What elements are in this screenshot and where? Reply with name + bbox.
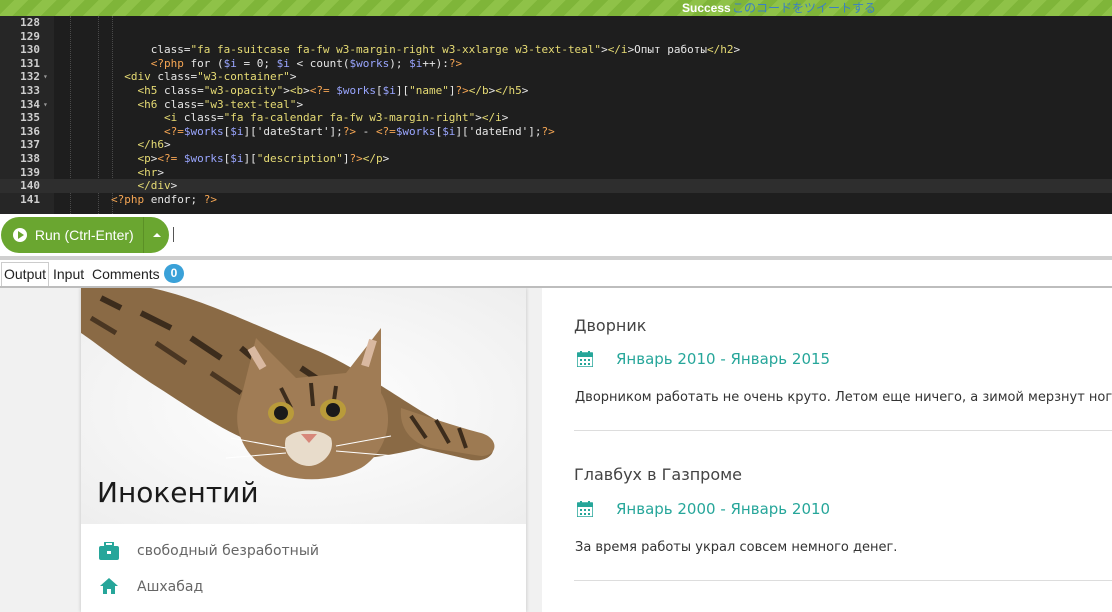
line-number: 135: [20, 111, 40, 125]
fold-arrow-icon[interactable]: ▾: [43, 98, 48, 112]
code-line[interactable]: 131 <?php for ($i = 0; $i < count($works…: [0, 57, 1112, 71]
line-number: 134: [20, 97, 40, 111]
suitcase-icon: [99, 542, 119, 560]
code-text: <?php for ($i = 0; $i < count($works); $…: [150, 56, 463, 70]
code-line[interactable]: 130 class="fa fa-suitcase fa-fw w3-margi…: [0, 43, 1112, 57]
line-number: 136: [20, 124, 40, 138]
code-text: class="fa fa-suitcase fa-fw w3-margin-ri…: [58, 43, 741, 57]
code-text: </div>: [137, 179, 178, 193]
profile-city: Ашхабад: [137, 579, 204, 595]
code-line[interactable]: 133 <h5 class="w3-opacity"><b><?= $works…: [0, 84, 1112, 98]
work-date: Январь 2000 - Январь 2010: [616, 500, 831, 518]
work-title: Дворник: [574, 316, 647, 335]
code-line[interactable]: 141 <?php endfor; ?>: [0, 193, 1112, 207]
work-date: Январь 2010 - Январь 2015: [616, 350, 831, 368]
tab-comments[interactable]: Comments: [92, 262, 160, 286]
run-options-dropdown[interactable]: [143, 217, 169, 253]
work-item: Дворник Январь 2010 - Январь 2015 Дворни…: [574, 316, 1112, 431]
code-text: </h6>: [137, 138, 171, 152]
profile-card: Инокентий свободный безработный Ашхабад: [81, 288, 526, 612]
run-button[interactable]: Run (Ctrl-Enter): [1, 217, 143, 253]
code-text: <h6 class="w3-text-teal">: [137, 97, 304, 111]
code-line[interactable]: 128: [0, 16, 1112, 30]
line-number: 131: [20, 56, 40, 70]
line-number: 141: [20, 192, 40, 206]
code-text: <div class="w3-container">: [124, 70, 297, 84]
code-line[interactable]: 129: [0, 30, 1112, 44]
run-button-label: Run (Ctrl-Enter): [34, 227, 134, 243]
tweet-link[interactable]: このコードをツイートする: [732, 0, 876, 16]
calendar-icon: [577, 351, 593, 367]
run-toolbar: Run (Ctrl-Enter): [0, 214, 1112, 256]
code-line[interactable]: 140 </div>: [0, 179, 1112, 193]
text-cursor: [173, 227, 174, 242]
code-line[interactable]: 136 <?=$works[$i]['dateStart'];?> - <?=$…: [0, 125, 1112, 139]
code-line[interactable]: 139 <hr>: [0, 166, 1112, 180]
output-pane[interactable]: Инокентий свободный безработный Ашхабад …: [0, 288, 1112, 612]
calendar-icon: [577, 501, 593, 517]
line-number: 130: [20, 43, 40, 57]
code-line[interactable]: 135 <i class="fa fa-calendar fa-fw w3-ma…: [0, 111, 1112, 125]
tab-input[interactable]: Input: [53, 262, 84, 286]
line-number: 133: [20, 84, 40, 97]
line-number: 128: [20, 16, 40, 29]
status-bar: Success このコードをツイートする: [0, 0, 1112, 16]
code-editor[interactable]: 128 129 130 class="fa fa-suitcase fa-fw w3…: [0, 16, 1112, 214]
line-number: 132: [20, 70, 40, 84]
work-description: Дворником работать не очень круто. Летом…: [575, 390, 1112, 405]
line-number: 129: [20, 29, 40, 43]
fold-arrow-icon[interactable]: ▾: [43, 70, 48, 84]
code-text: <h5 class="w3-opacity"><b><?= $works[$i]…: [137, 84, 529, 97]
profile-job: свободный безработный: [137, 543, 319, 559]
experience-card: Дворник Январь 2010 - Январь 2015 Дворни…: [542, 288, 1112, 612]
comments-count-badge: 0: [164, 264, 184, 283]
work-item: Главбух в Газпроме Январь 2000 - Январь …: [574, 465, 1112, 581]
code-text: <?php endfor; ?>: [110, 192, 217, 206]
code-line[interactable]: 132 ▾ <div class="w3-container">: [0, 70, 1112, 84]
line-number: 140: [20, 179, 40, 193]
profile-name: Инокентий: [97, 476, 259, 509]
home-icon: [100, 578, 118, 594]
work-divider: [574, 430, 1112, 431]
code-line[interactable]: 137 </h6>: [0, 138, 1112, 152]
work-title: Главбух в Газпроме: [574, 465, 743, 484]
code-line[interactable]: 134 ▾ <h6 class="w3-text-teal">: [0, 98, 1112, 112]
play-icon: [13, 228, 27, 242]
code-line[interactable]: 138 <p><?= $works[$i]["description"]?></…: [0, 152, 1112, 166]
code-text: <hr>: [137, 165, 164, 179]
line-number: 137: [20, 138, 40, 152]
code-text: <p><?= $works[$i]["description"]?></p>: [137, 152, 390, 165]
line-number: 138: [20, 152, 40, 165]
status-label: Success: [682, 1, 731, 15]
line-number: 139: [20, 165, 40, 179]
output-tabs: Output Input Comments 0: [0, 260, 1112, 286]
profile-photo: Инокентий: [81, 288, 526, 524]
work-divider: [574, 580, 1112, 581]
code-text: <i class="fa fa-calendar fa-fw w3-margin…: [163, 111, 509, 125]
work-description: За время работы украл совсем немного ден…: [575, 540, 898, 555]
code-text: <?=$works[$i]['dateStart'];?> - <?=$work…: [163, 124, 555, 138]
tab-output[interactable]: Output: [1, 262, 50, 286]
